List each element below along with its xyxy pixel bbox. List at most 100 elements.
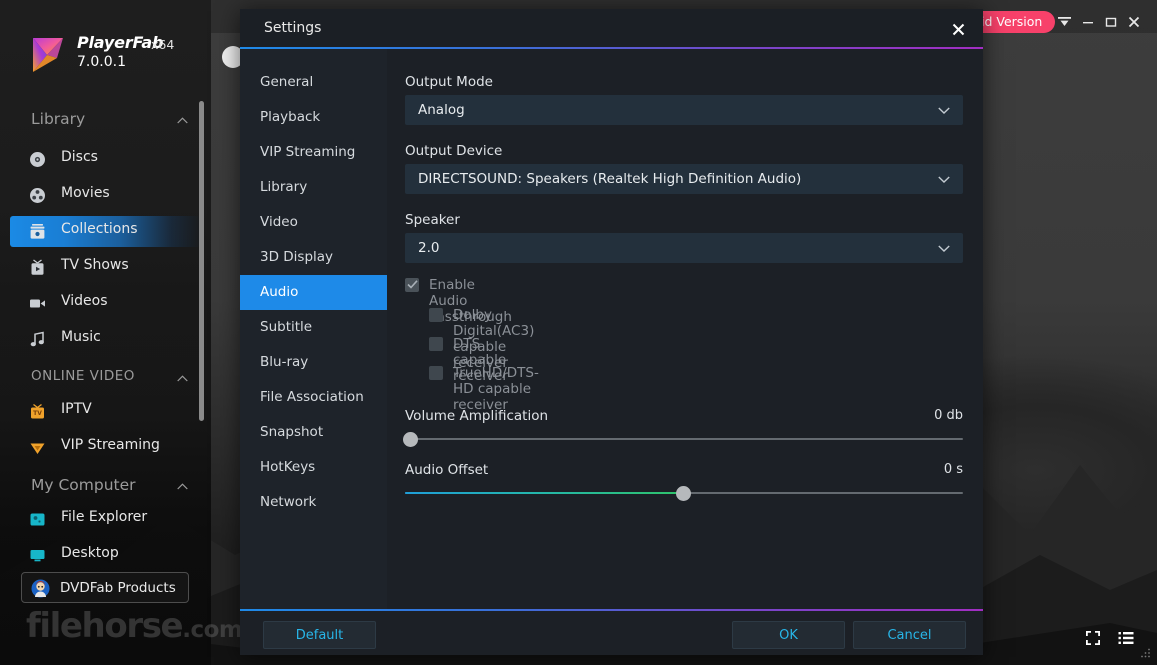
slider-fill: [405, 492, 684, 494]
sidebar-item-label: Discs: [61, 149, 98, 165]
playlist-icon[interactable]: [1118, 630, 1134, 646]
sidebar-item-label: TV Shows: [61, 257, 129, 273]
checkbox-label: TrueHD/DTS-HD capable receiver: [453, 365, 539, 413]
speaker-label: Speaker: [405, 212, 460, 228]
settings-nav-network[interactable]: Network: [240, 485, 387, 520]
settings-nav-hotkeys[interactable]: HotKeys: [240, 450, 387, 485]
output-device-select[interactable]: DIRECTSOUND: Speakers (Realtek High Defi…: [405, 164, 963, 194]
default-button[interactable]: Default: [263, 621, 376, 649]
settings-nav-audio[interactable]: Audio: [240, 275, 387, 310]
sidebar-group-my-computer[interactable]: My Computer: [0, 471, 211, 505]
sidebar-item-label: Collections: [61, 221, 138, 237]
sidebar-group-label: ONLINE VIDEO: [31, 368, 135, 384]
cancel-button[interactable]: Cancel: [853, 621, 966, 649]
left-sidebar: PlayerFab x64 7.0.0.1 Library Discs Movi…: [0, 0, 211, 665]
settings-nav-file-association[interactable]: File Association: [240, 380, 387, 415]
nav-label: Audio: [260, 284, 299, 300]
resize-grip-icon[interactable]: [1140, 648, 1151, 659]
settings-nav-library[interactable]: Library: [240, 170, 387, 205]
video-camera-icon: [30, 299, 45, 308]
sidebar-group-library[interactable]: Library: [0, 105, 211, 139]
speaker-value: 2.0: [418, 240, 440, 256]
sidebar-item-videos[interactable]: Videos: [10, 288, 200, 319]
checkbox-box: [429, 366, 443, 380]
chevron-down-icon: [938, 176, 950, 183]
settings-nav-snapshot[interactable]: Snapshot: [240, 415, 387, 450]
nav-label: Blu-ray: [260, 354, 309, 370]
nav-label: Library: [260, 179, 308, 195]
settings-nav-general[interactable]: General: [240, 65, 387, 100]
sidebar-scrollbar[interactable]: [199, 101, 204, 421]
sidebar-item-tv-shows[interactable]: TV Shows: [10, 252, 200, 283]
fullscreen-icon[interactable]: [1085, 630, 1101, 646]
settings-close-icon[interactable]: [949, 20, 967, 38]
chevron-up-icon: [177, 483, 188, 490]
output-mode-select[interactable]: Analog: [405, 95, 963, 125]
speaker-select[interactable]: 2.0: [405, 233, 963, 263]
brand-block: PlayerFab x64 7.0.0.1: [0, 26, 211, 86]
nav-label: Network: [260, 494, 317, 510]
audio-offset-value: 0 s: [943, 462, 963, 477]
settings-title: Settings: [264, 20, 322, 36]
settings-dialog: Settings General Playback VIP Streaming …: [240, 9, 983, 655]
checkbox-box: [429, 308, 443, 322]
output-mode-value: Analog: [418, 102, 465, 118]
tv-icon: [31, 259, 44, 275]
nav-label: Subtitle: [260, 319, 313, 335]
sidebar-group-online-video[interactable]: ONLINE VIDEO: [0, 363, 211, 397]
nav-label: File Association: [260, 389, 364, 405]
watermark-part2: orse: [104, 606, 183, 646]
sidebar-item-music[interactable]: Music: [10, 324, 200, 355]
minimize-icon[interactable]: [1080, 14, 1096, 30]
sidebar-group-label: Library: [31, 110, 86, 128]
settings-nav-video[interactable]: Video: [240, 205, 387, 240]
nav-label: Video: [260, 214, 298, 230]
collections-icon: [30, 224, 45, 239]
settings-nav-3d-display[interactable]: 3D Display: [240, 240, 387, 275]
output-mode-label: Output Mode: [405, 74, 493, 90]
chevron-down-icon: [938, 107, 950, 114]
sidebar-item-label: Movies: [61, 185, 110, 201]
chevron-up-icon: [177, 375, 188, 382]
sidebar-item-discs[interactable]: Discs: [10, 144, 200, 175]
volume-amplification-slider[interactable]: [403, 431, 963, 447]
sidebar-item-vip-streaming[interactable]: VIP Streaming: [10, 432, 200, 463]
vip-crown-icon: [30, 443, 45, 454]
ok-button[interactable]: OK: [732, 621, 845, 649]
folder-icon: [30, 513, 45, 526]
iptv-icon: TV: [31, 403, 44, 419]
audio-offset-slider[interactable]: [405, 485, 963, 501]
settings-nav-playback[interactable]: Playback: [240, 100, 387, 135]
dvdfab-products-label: DVDFab Products: [60, 580, 176, 596]
music-note-icon: [30, 331, 44, 347]
sidebar-item-label: Videos: [61, 293, 108, 309]
nav-label: 3D Display: [260, 249, 334, 265]
menu-dropdown-icon[interactable]: [1056, 14, 1072, 30]
sidebar-group-label: My Computer: [31, 476, 136, 494]
sidebar-item-file-explorer[interactable]: File Explorer: [10, 504, 200, 535]
slider-knob[interactable]: [676, 485, 691, 501]
output-device-value: DIRECTSOUND: Speakers (Realtek High Defi…: [418, 171, 802, 187]
settings-nav-vip-streaming[interactable]: VIP Streaming: [240, 135, 387, 170]
maximize-icon[interactable]: [1103, 14, 1119, 30]
settings-nav-blu-ray[interactable]: Blu-ray: [240, 345, 387, 380]
sidebar-item-desktop[interactable]: Desktop: [10, 540, 200, 571]
check-icon: [407, 280, 418, 289]
sidebar-item-movies[interactable]: Movies: [10, 180, 200, 211]
slider-knob[interactable]: [403, 431, 418, 447]
sidebar-item-collections[interactable]: Collections: [10, 216, 200, 247]
dvdfab-products-button[interactable]: DVDFab Products: [21, 572, 189, 603]
svg-text:TV: TV: [33, 410, 42, 417]
chevron-up-icon: [177, 117, 188, 124]
audio-offset-label: Audio Offset: [405, 462, 489, 478]
sidebar-item-iptv[interactable]: TV IPTV: [10, 396, 200, 427]
sidebar-item-label: File Explorer: [61, 509, 148, 525]
nav-label: HotKeys: [260, 459, 316, 475]
settings-nav-subtitle[interactable]: Subtitle: [240, 310, 387, 345]
sidebar-item-label: Music: [61, 329, 101, 345]
nav-label: Snapshot: [260, 424, 324, 440]
settings-footer: Default OK Cancel: [240, 611, 983, 655]
close-icon[interactable]: [1126, 14, 1142, 30]
filehorse-watermark: filehorse.com: [26, 606, 243, 646]
output-device-label: Output Device: [405, 143, 503, 159]
